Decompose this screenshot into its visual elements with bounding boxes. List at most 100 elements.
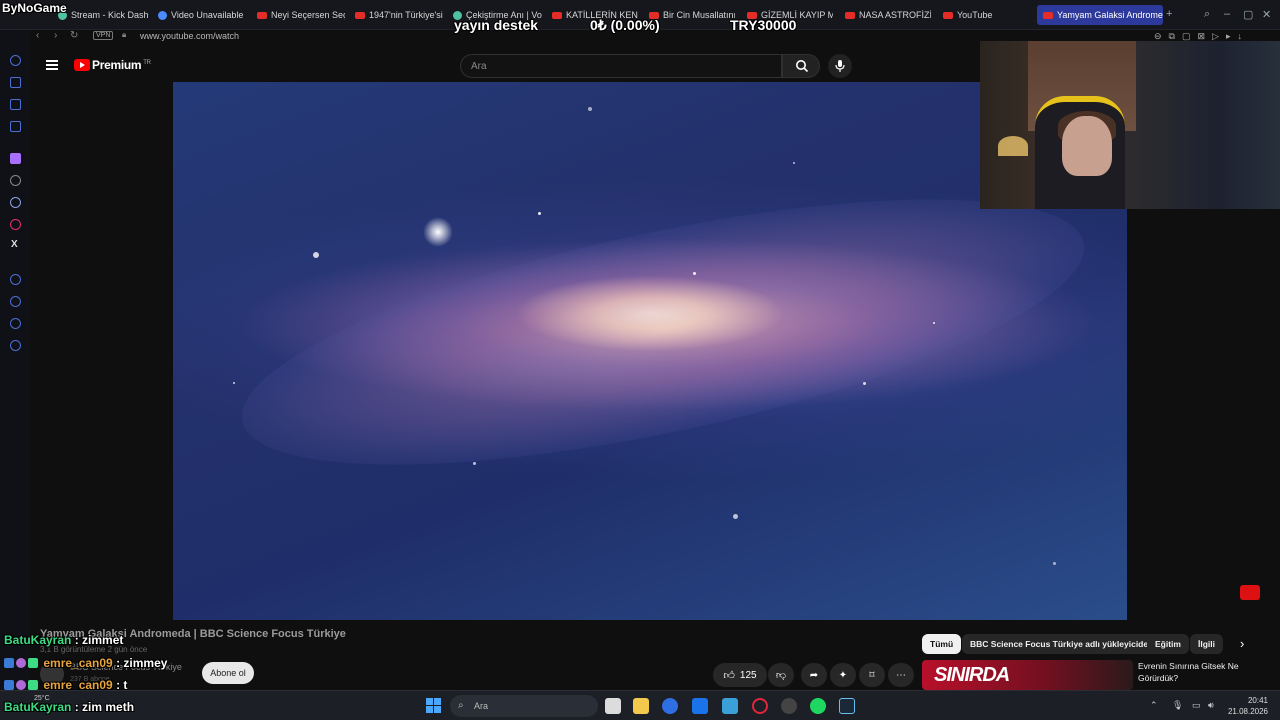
chat-panel-icon[interactable] [10, 318, 21, 329]
badge-icon [16, 658, 26, 668]
share-icon: ➦ [809, 669, 819, 681]
steam-icon[interactable] [839, 698, 855, 714]
support-progress: 0₺ (0.00%) [590, 17, 660, 33]
back-icon[interactable]: ‹ [36, 30, 39, 41]
download-icon[interactable]: ↓ [1238, 31, 1250, 41]
tab-1947[interactable]: 1947'nin Türkiye'si [355, 6, 443, 24]
task-view-icon[interactable] [605, 698, 621, 714]
clock-time: 20:41 [1247, 696, 1268, 705]
ask-button[interactable]: ✦ [830, 663, 856, 687]
discord-icon[interactable] [10, 197, 21, 208]
chip-related[interactable]: İlgili [1190, 634, 1223, 654]
badge-icon [28, 658, 38, 668]
search-tabs-icon[interactable]: ⌕ [1204, 8, 1210, 21]
volume-icon[interactable]: 🔊︎ [1208, 700, 1218, 710]
thumbs-down-icon: 👎︎ [775, 670, 787, 681]
chat-message: BatuKayran : zimmet [4, 633, 124, 647]
play-panel-icon[interactable] [10, 274, 21, 285]
like-button[interactable]: 👍︎ 125 [713, 663, 767, 687]
refresh-panel-icon[interactable] [10, 55, 21, 66]
percent-icon[interactable] [10, 175, 21, 186]
snapshot-icon[interactable]: ▢ [1182, 31, 1198, 41]
lock-icon: 🔒︎ [122, 30, 127, 39]
star [473, 462, 476, 465]
reload-icon[interactable]: ↻ [70, 30, 78, 41]
history-icon[interactable] [10, 296, 21, 307]
screenshot-icon[interactable]: ⊠ [1198, 31, 1213, 41]
streamer [1062, 116, 1112, 176]
mail-icon[interactable] [10, 121, 21, 132]
youtube-logo-icon[interactable] [74, 59, 90, 71]
tab-neyi-secersen[interactable]: Neyi Seçersen Seç [257, 6, 345, 24]
chip-all[interactable]: Tümü [922, 634, 962, 654]
thumbs-up-icon: 👍︎ [723, 669, 735, 682]
network-icon[interactable]: ▭ [1192, 700, 1202, 710]
star [233, 382, 235, 384]
url-text[interactable]: www.youtube.com/watch [140, 31, 239, 41]
badge-icon [4, 680, 14, 690]
chevron-up-icon[interactable]: ⌃ [1150, 700, 1160, 710]
microphone-icon [835, 60, 845, 72]
file-explorer-icon[interactable] [633, 698, 649, 714]
chip-from-uploader[interactable]: BBC Science Focus Türkiye adlı yükleyici… [962, 634, 1162, 654]
recommended-title[interactable]: Evrenin Sınırına Gitsek Ne Görürdük? [1138, 660, 1268, 684]
tab-kick-dashboard[interactable]: Stream - Kick Dash [58, 6, 148, 24]
tab-nasa[interactable]: NASA ASTROFİZİK [845, 6, 931, 24]
settings-icon[interactable] [10, 340, 21, 351]
browser-sidebar: X [0, 30, 30, 690]
dislike-button[interactable]: 👎︎ [768, 663, 794, 687]
cast-icon[interactable]: ▷ [1212, 31, 1226, 41]
subscribe-button[interactable]: Abone ol [202, 662, 254, 684]
chevron-right-icon[interactable]: › [1240, 636, 1244, 651]
menu-icon[interactable] [46, 60, 58, 70]
clock[interactable]: 20:41 21.08.2026 [1222, 695, 1268, 717]
microphone-tray-icon[interactable]: 🎙︎ [1172, 700, 1183, 710]
windows-start-icon[interactable] [426, 698, 441, 713]
twitch-icon[interactable] [10, 153, 21, 164]
tab-yamyam-galaksi[interactable]: Yamyam Galaksi Andromed [1037, 5, 1163, 25]
tab-video-unavailable[interactable]: Video Unavailable [158, 6, 250, 24]
outlook-icon[interactable] [692, 698, 708, 714]
maximize-icon[interactable]: ▢ [1243, 8, 1253, 21]
minimize-icon[interactable]: – [1224, 8, 1230, 20]
spotify-icon[interactable] [810, 698, 826, 714]
vpn-badge[interactable]: VPN [93, 31, 114, 40]
photos-icon[interactable] [722, 698, 738, 714]
taskbar-search[interactable]: ⌕ Ara [450, 695, 598, 717]
voice-search-button[interactable] [828, 54, 852, 78]
like-count: 125 [739, 669, 757, 681]
bookmarks-icon[interactable] [10, 77, 21, 88]
obs-icon[interactable] [781, 698, 797, 714]
tab-youtube[interactable]: YouTube [943, 6, 1013, 24]
x-twitter-icon[interactable]: X [11, 239, 22, 250]
search-box[interactable] [460, 54, 782, 78]
zoom-icon[interactable]: ⊖ [1154, 31, 1169, 41]
webcam-overlay [980, 41, 1280, 209]
share-button[interactable]: ➦ [801, 663, 827, 687]
search-icon: ⌕ [458, 700, 464, 711]
instagram-icon[interactable] [10, 219, 21, 230]
new-tab-button[interactable]: + [1166, 8, 1172, 20]
search-input[interactable] [461, 55, 781, 77]
recommended-thumbnail[interactable]: SINIRDA [922, 660, 1133, 690]
forward-icon[interactable]: › [54, 30, 57, 41]
browser-app-icon[interactable] [662, 698, 678, 714]
thumbnail-text: SINIRDA [934, 664, 1010, 686]
search-icon [796, 60, 809, 73]
search-button[interactable] [782, 54, 820, 78]
wallet-icon[interactable]: ▸ [1226, 31, 1238, 41]
messenger-icon[interactable] [10, 99, 21, 110]
youtube-icon [1043, 11, 1053, 19]
youtube-header: Premium TR [30, 50, 980, 82]
tab-bir-cin[interactable]: Bir Cin Musallatını [649, 6, 735, 24]
close-icon[interactable]: ✕ [1262, 8, 1271, 21]
more-actions-button[interactable]: ⋯ [888, 663, 914, 687]
extension-icon[interactable]: ⧉ [1169, 31, 1182, 41]
chip-education[interactable]: Eğitim [1147, 634, 1189, 654]
star [693, 272, 696, 275]
chat-username: BatuKayran [4, 633, 72, 647]
save-button[interactable]: ⌑ [859, 663, 885, 687]
star [733, 514, 738, 519]
premium-logo[interactable]: Premium TR [92, 58, 151, 72]
opera-icon[interactable] [752, 698, 768, 714]
